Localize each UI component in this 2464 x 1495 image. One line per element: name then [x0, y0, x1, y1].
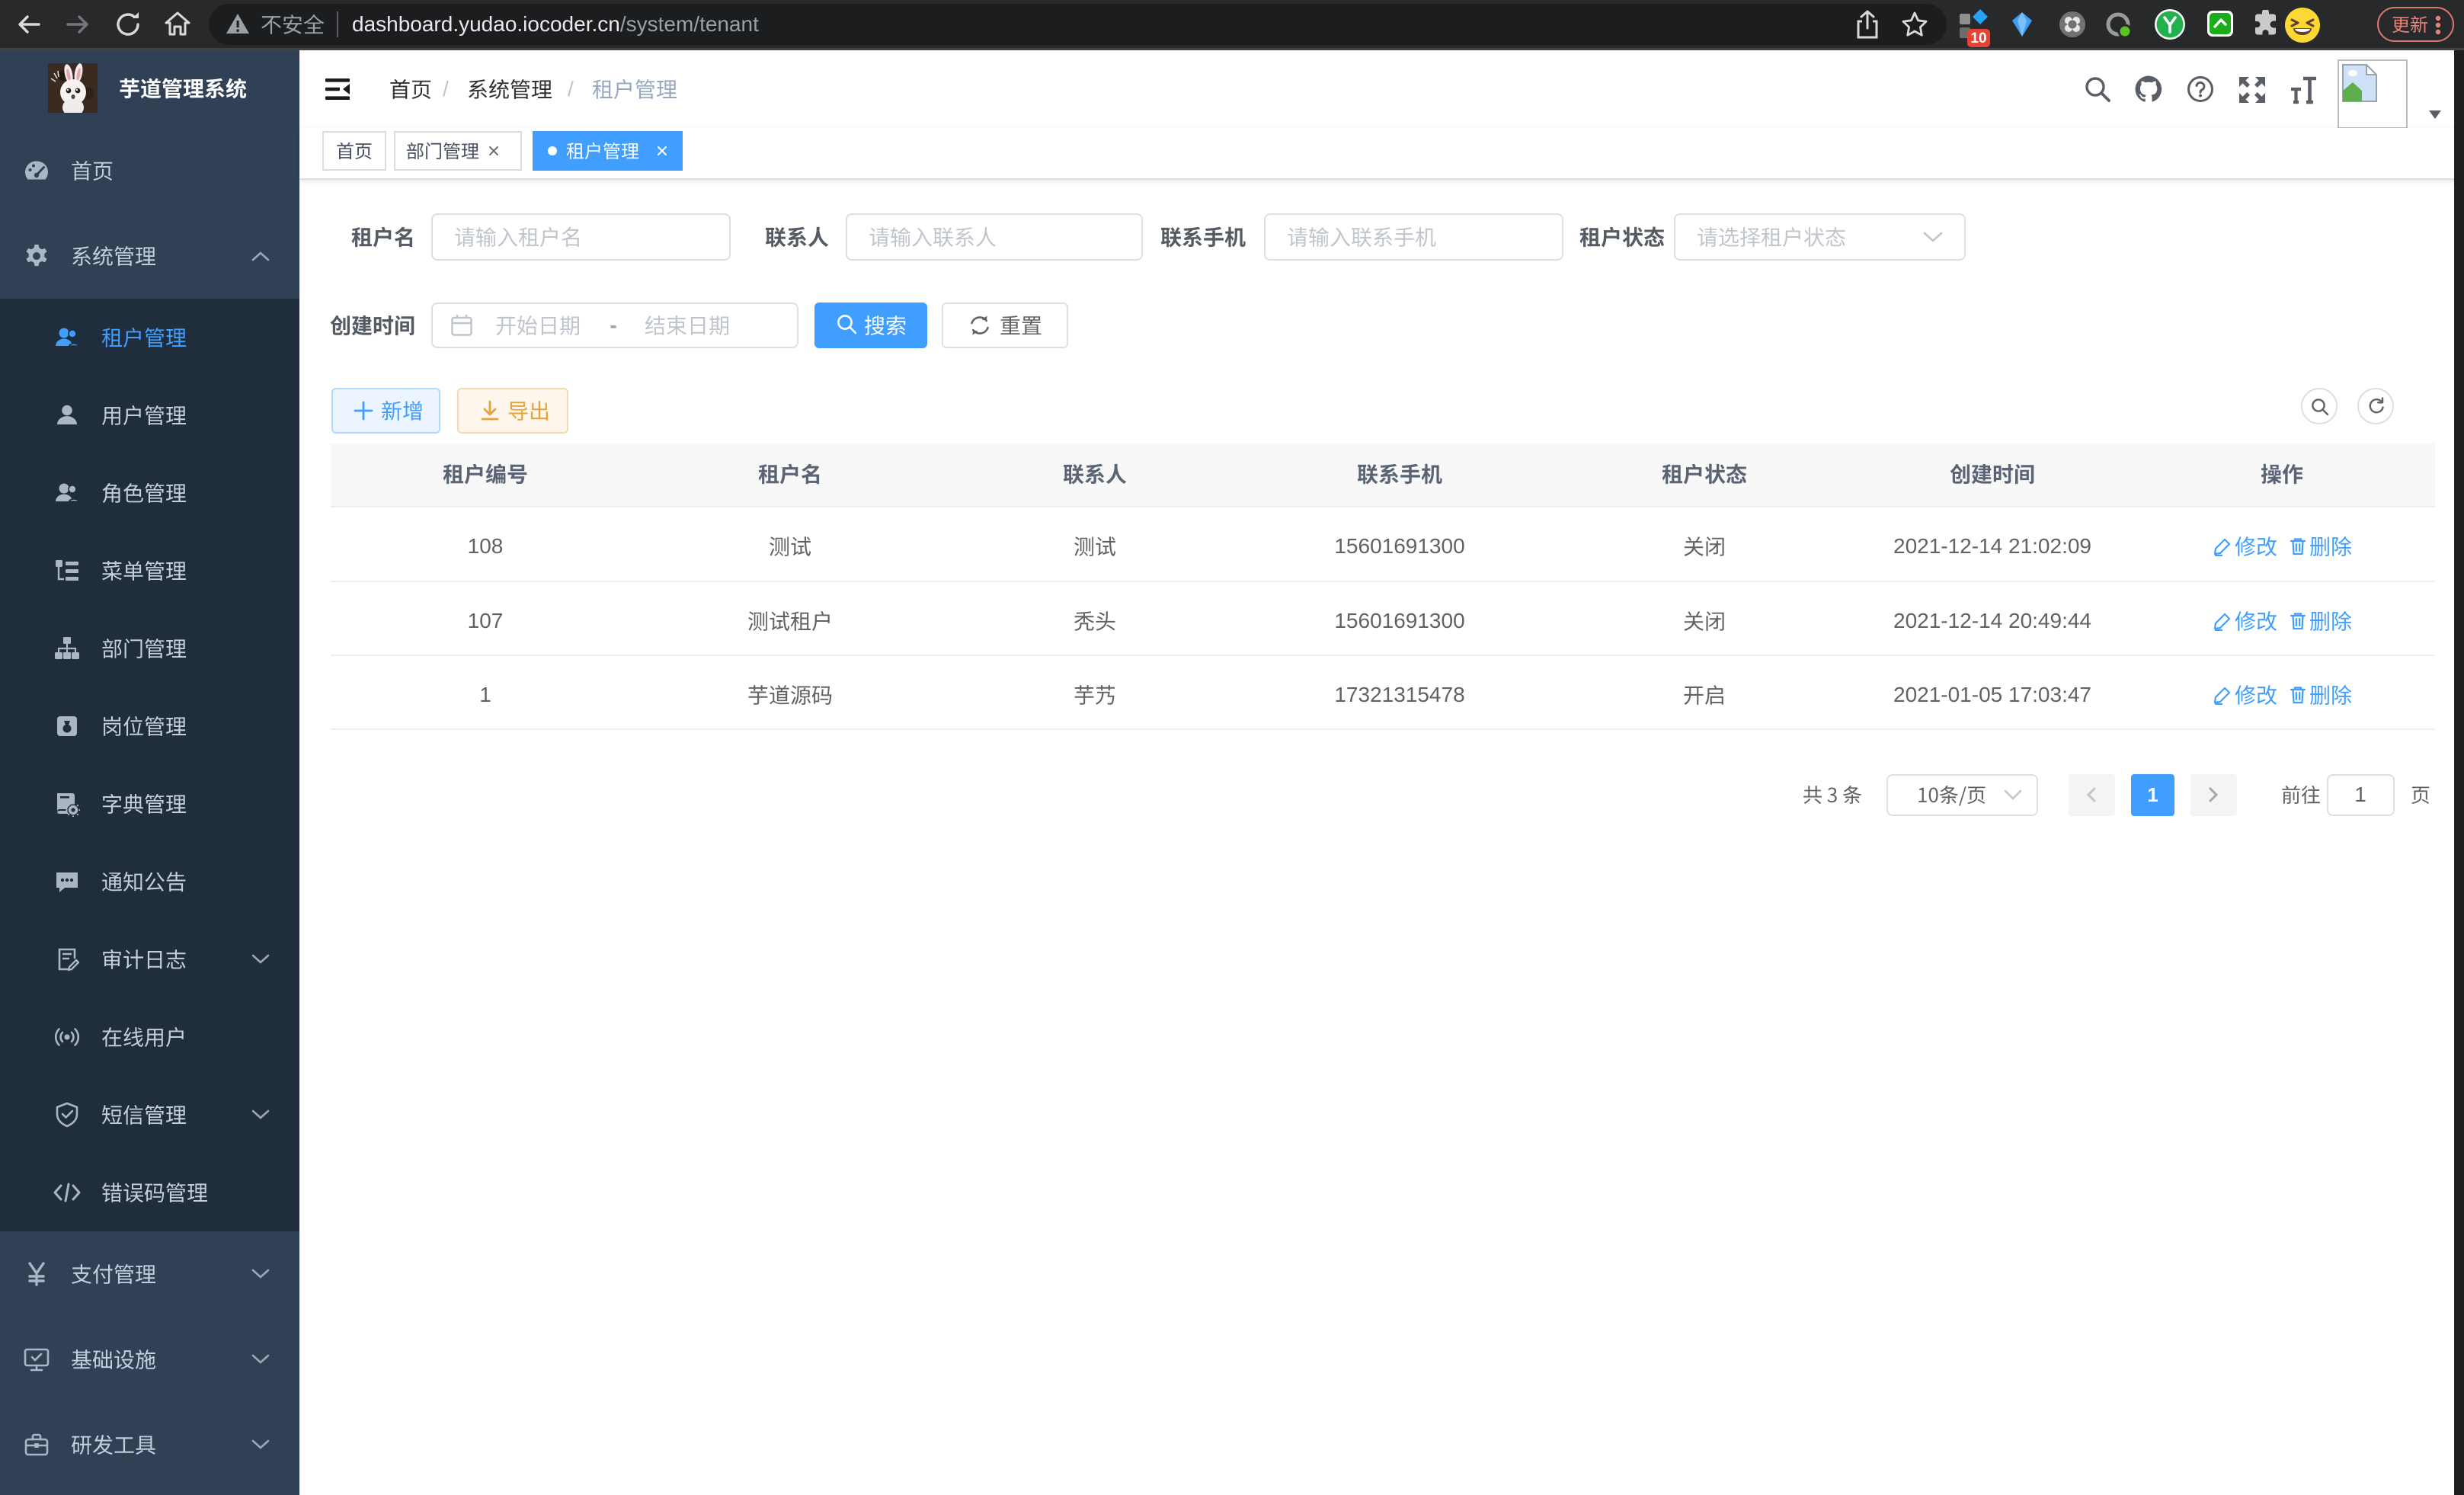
- svg-text:10: 10: [1970, 30, 1986, 46]
